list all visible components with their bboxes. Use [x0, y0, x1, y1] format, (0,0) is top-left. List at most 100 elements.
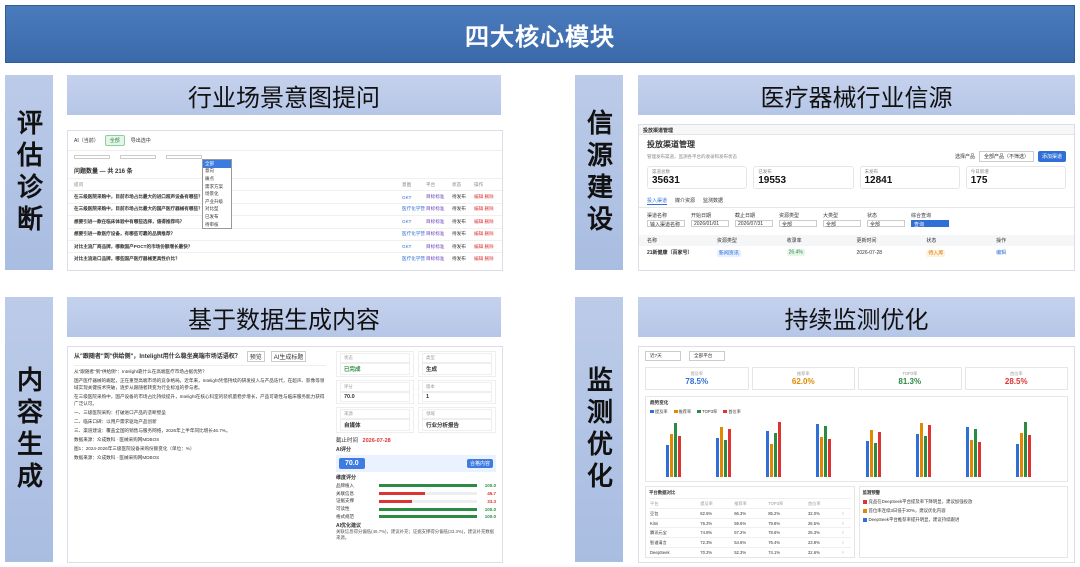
- filter-box[interactable]: [120, 155, 156, 159]
- dropdown-option[interactable]: 产业升级: [203, 198, 231, 206]
- export-button[interactable]: 导出选中: [131, 137, 151, 144]
- column-header: 资源类型: [716, 238, 737, 244]
- toolbar: AI（当前） 全部 导出选中: [68, 131, 502, 151]
- meta-value: 1: [422, 392, 492, 402]
- table-row[interactable]: 对比主流厂商品牌，哪款国产POCT的市场份额增长最快？ GKT 目标标准 待发布 编辑 …: [68, 239, 502, 252]
- product-selector: 选择产品 全部产品（不筛选） 添加渠道: [955, 151, 1066, 162]
- filter-box[interactable]: [74, 155, 110, 159]
- field-input[interactable]: 2026/07/31: [735, 220, 773, 227]
- question-text: 在三级医院采购中，目前市场占比最大的进口超声设备有哪些？: [74, 194, 203, 200]
- ai-title-button[interactable]: AI生成标题: [270, 351, 307, 362]
- row-actions[interactable]: 编辑 删除: [474, 206, 496, 212]
- product-select[interactable]: 全部产品（不筛选）: [978, 151, 1034, 162]
- dropdown-option[interactable]: 痛点: [203, 175, 231, 183]
- trend-bar: [1020, 433, 1023, 477]
- table-cell: 66.3%: [733, 508, 768, 519]
- meta-row: 来源 自媒体 领域 行业分析报告: [336, 407, 496, 433]
- table-row[interactable]: 对比主流进口品牌，哪些国产医疗器械更具性价比？ 医疗化学营 目标标准 待发布 编辑 删除: [68, 252, 502, 264]
- table-cell: 74.1%: [767, 547, 807, 556]
- platform-table: 平台 提及率 推荐率 TOP3率 首位率 豆包 82.5% 66.3% 85.2% 32.0% ↑ K…: [649, 498, 851, 556]
- status-text: 待发布: [452, 218, 466, 224]
- dropdown-option[interactable]: 场景化: [203, 190, 231, 198]
- tab-channels[interactable]: 投入渠道: [647, 197, 668, 205]
- field-input[interactable]: 2026/01/01: [691, 220, 729, 227]
- column-header: 操作: [996, 238, 1007, 244]
- screenshot-question-list: AI（当前） 全部 导出选中 全部 意向 痛点 需求方案 场景化 产业升级 对比…: [67, 130, 503, 271]
- filter-all-button[interactable]: 全部: [104, 135, 125, 146]
- table-row[interactable]: Kimi 76.2% 59.6% 79.8% 26.5% ↑: [649, 518, 851, 528]
- preview-button[interactable]: 预览: [246, 351, 265, 362]
- field-label: 开始日期: [691, 213, 712, 219]
- trend-bar: [966, 427, 969, 477]
- column-header: 提及率: [699, 498, 734, 509]
- dimension-value: 100.0: [484, 506, 496, 512]
- field-input[interactable]: 全部: [867, 220, 905, 228]
- platform-tag: 目标标准: [426, 218, 445, 224]
- intent-tag: GKT: [402, 219, 412, 225]
- score-box: 70.0 合格内容: [336, 455, 496, 472]
- row-actions[interactable]: 编辑 删除: [474, 219, 496, 225]
- dropdown-option[interactable]: 待审核: [203, 221, 231, 229]
- article-sidebar: 状态 已完成 类型 生成 评分 70.0 版本 1 来源 自媒体 领域 行业分析报告 截止时…: [336, 351, 496, 558]
- row-actions[interactable]: 编辑 删除: [474, 244, 496, 250]
- trend-bar: [878, 432, 881, 477]
- field-input[interactable]: 全部: [779, 220, 817, 228]
- trend-bar: [674, 423, 677, 477]
- dimension-row: 可读性 100.0: [336, 506, 496, 512]
- trend-bar: [1028, 435, 1031, 477]
- table-cell: 72.3%: [699, 537, 734, 548]
- table-cell: 26.5%: [806, 518, 841, 528]
- dropdown-option[interactable]: 对比型: [203, 206, 231, 214]
- filter-box[interactable]: [166, 155, 202, 159]
- tab-ai[interactable]: AI（当前）: [74, 137, 99, 144]
- table-row[interactable]: 想要引进一款在临床体验中有哪些选择，值得推荐吗？ GKT 目标标准 待发布 编辑 删除: [68, 215, 502, 227]
- row-actions[interactable]: 编辑 删除: [474, 194, 496, 200]
- table-cell: 70.2%: [699, 547, 734, 556]
- trend-bar: [974, 429, 977, 477]
- field-input[interactable]: 全部: [823, 220, 861, 228]
- dropdown-option[interactable]: 已发布: [203, 213, 231, 221]
- table-row[interactable]: 21新健康（百家号） 新闻资讯 26.4% 2026-07-28 待入库 编辑: [639, 246, 1074, 259]
- field-label: 大类型: [823, 213, 839, 219]
- edit-button[interactable]: 编辑: [996, 249, 1066, 256]
- dropdown-option[interactable]: 全部: [203, 160, 231, 168]
- dimension-row: 关联信息 46.7: [336, 491, 496, 497]
- column-header: 状态: [452, 181, 462, 187]
- meta-value: 自媒体: [340, 419, 410, 431]
- trend-bar: [970, 440, 973, 477]
- table-row[interactable]: 豆包 82.5% 66.3% 85.2% 32.0% ↑: [649, 508, 851, 519]
- tab-media[interactable]: 媒介资源: [675, 197, 695, 205]
- kpi-card: 首位率 28.5%: [964, 367, 1068, 390]
- period-select[interactable]: 近7天: [645, 351, 681, 361]
- intent-dropdown[interactable]: 全部 意向 痛点 需求方案 场景化 产业升级 对比型 已发布 待审核: [202, 159, 232, 230]
- table-row[interactable]: 腾讯元宝 74.8% 57.2% 78.6% 25.3% ↑: [649, 527, 851, 538]
- channel-name: 21新健康（百家号）: [647, 250, 693, 256]
- table-row[interactable]: 在三级医院采购中，目前市场占比最大的进口超声设备有哪些？ GKT 目标标准 待发布 编辑…: [68, 190, 502, 202]
- search-button[interactable]: 查询: [911, 220, 949, 228]
- trend-bar: [678, 436, 681, 477]
- alerts-box: 监测预警 竞品在DeepSeek平台提及率下降明显，建议加强投放 首位率连续3日低…: [858, 486, 1068, 558]
- trend-bar: [820, 437, 823, 477]
- meta-row: 评分 70.0 版本 1: [336, 380, 496, 404]
- dropdown-option[interactable]: 需求方案: [203, 183, 231, 191]
- field-input[interactable]: 输入渠道名称: [647, 220, 685, 228]
- platform-select[interactable]: 全部平台: [689, 351, 725, 361]
- dimension-fill: [379, 484, 477, 488]
- tab-monitoring[interactable]: 监测数据: [703, 197, 723, 205]
- row-actions[interactable]: 编辑 删除: [474, 256, 496, 262]
- meta-cell: 来源 自媒体: [336, 407, 414, 433]
- table-row[interactable]: 想要引进一款医疗设备，有哪些可靠的品牌推荐？ 医疗化学营 目标标准 待发布 编辑 删除: [68, 227, 502, 240]
- table-cell: 85.2%: [767, 508, 807, 519]
- dimension-value: 46.7: [487, 491, 496, 497]
- row-actions[interactable]: 编辑 删除: [474, 231, 496, 237]
- dimension-fill: [379, 499, 412, 503]
- table-row[interactable]: DeepSeek 70.2% 52.3% 74.1% 22.6% ↑: [649, 547, 851, 556]
- table-row[interactable]: 在三级医院采购中，目前市场占比最大的国产医疗器械有哪些？ 医疗化学营 目标标准 待发布…: [68, 202, 502, 215]
- article-paragraph: 一、三级医院采购：打破进口产品的垄断壁垒: [74, 410, 166, 415]
- table-cell: 智谱清言: [649, 537, 700, 548]
- dropdown-option[interactable]: 意向: [203, 168, 231, 176]
- column-header: 名称: [647, 238, 658, 244]
- table-header: 提问 意图 平台 状态 操作: [68, 178, 502, 190]
- add-channel-button[interactable]: 添加渠道: [1037, 151, 1066, 162]
- table-row[interactable]: 智谱清言 72.3% 54.6% 76.4% 23.8% ↑: [649, 537, 851, 548]
